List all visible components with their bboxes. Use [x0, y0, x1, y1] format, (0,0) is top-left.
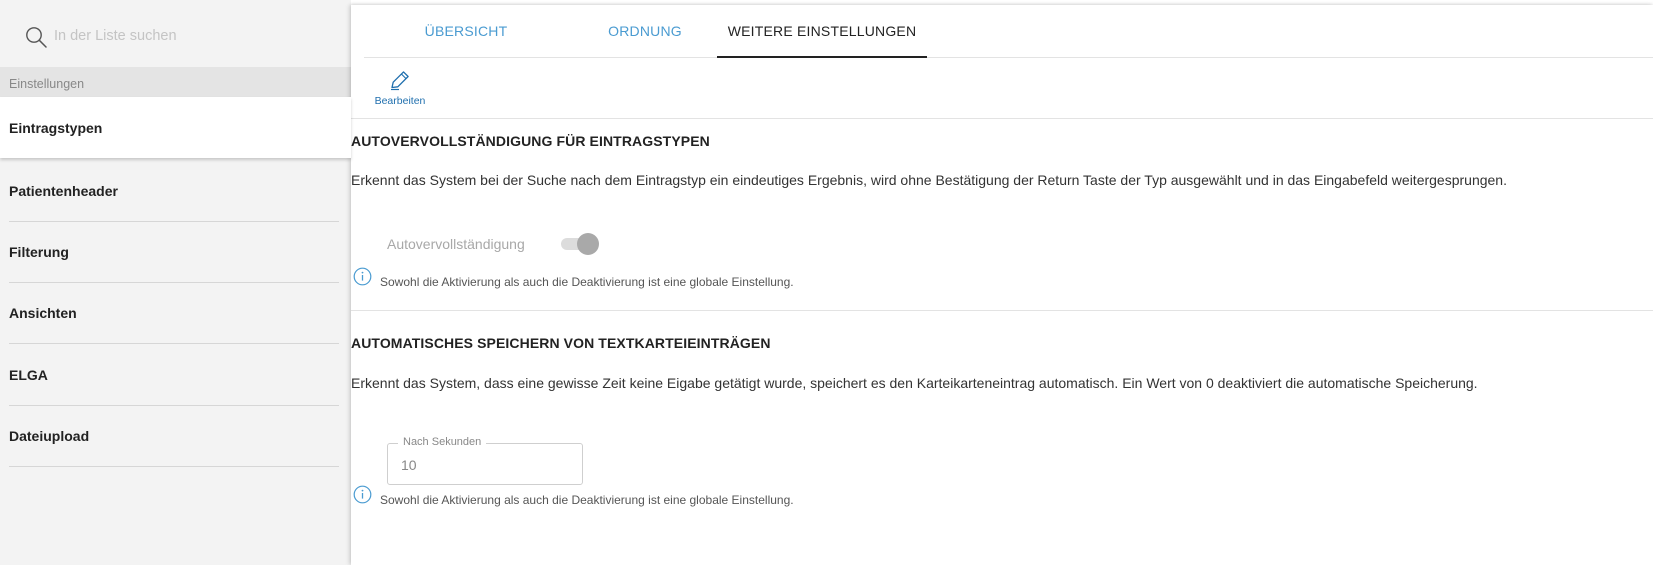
tab-uebersicht[interactable]: ÜBERSICHT	[399, 5, 533, 58]
sidebar-item-eintragstypen[interactable]: Eintragstypen	[0, 97, 351, 158]
autocomplete-info-text: Sowohl die Aktivierung als auch die Deak…	[380, 275, 794, 289]
autosave-info-text: Sowohl die Aktivierung als auch die Deak…	[380, 493, 794, 507]
search-bar	[0, 0, 351, 67]
sidebar-item-patientenheader[interactable]: Patientenheader	[9, 161, 339, 222]
info-icon	[353, 485, 372, 504]
info-icon	[353, 267, 372, 286]
sidebar: Einstellungen Eintragstypen Patientenhea…	[0, 0, 351, 565]
tab-weitere-einstellungen[interactable]: WEITERE EINSTELLUNGEN	[717, 5, 927, 58]
autocomplete-info: Sowohl die Aktivierung als auch die Deak…	[353, 267, 794, 289]
edit-button-label: Bearbeiten	[374, 95, 426, 107]
search-input[interactable]	[54, 22, 334, 50]
pencil-icon	[391, 71, 409, 91]
edit-button[interactable]: Bearbeiten	[369, 68, 431, 110]
autocomplete-toggle-label: Autovervollständigung	[387, 236, 525, 252]
sidebar-item-dateiupload[interactable]: Dateiupload	[9, 406, 339, 467]
tab-bar: ÜBERSICHT ORDNUNG WEITERE EINSTELLUNGEN	[364, 5, 1653, 58]
autosave-section-title: AUTOMATISCHES SPEICHERN VON TEXTKARTEIEI…	[351, 335, 771, 351]
sidebar-item-elga[interactable]: ELGA	[9, 345, 339, 406]
section-divider	[351, 310, 1653, 311]
seconds-input[interactable]	[401, 455, 571, 475]
autocomplete-toggle[interactable]	[559, 233, 601, 255]
main-panel: ÜBERSICHT ORDNUNG WEITERE EINSTELLUNGEN …	[351, 5, 1653, 565]
autocomplete-description: Erkennt das System bei der Suche nach de…	[351, 172, 1507, 188]
sidebar-item-ansichten[interactable]: Ansichten	[9, 283, 339, 344]
toggle-knob	[577, 233, 599, 255]
divider	[351, 118, 1653, 119]
autosave-description: Erkennt das System, dass eine gewisse Ze…	[351, 375, 1478, 391]
seconds-field-label: Nach Sekunden	[398, 436, 487, 448]
search-icon[interactable]	[25, 26, 47, 48]
autocomplete-toggle-row: Autovervollständigung	[387, 233, 601, 255]
sidebar-section-header: Einstellungen	[0, 67, 351, 97]
tab-ordnung[interactable]: ORDNUNG	[578, 5, 712, 58]
autocomplete-section-title: AUTOVERVOLLSTÄNDIGUNG FÜR EINTRAGSTYPEN	[351, 133, 710, 149]
autosave-info: Sowohl die Aktivierung als auch die Deak…	[353, 485, 794, 507]
sidebar-item-filterung[interactable]: Filterung	[9, 222, 339, 283]
seconds-field[interactable]: Nach Sekunden	[387, 436, 583, 485]
